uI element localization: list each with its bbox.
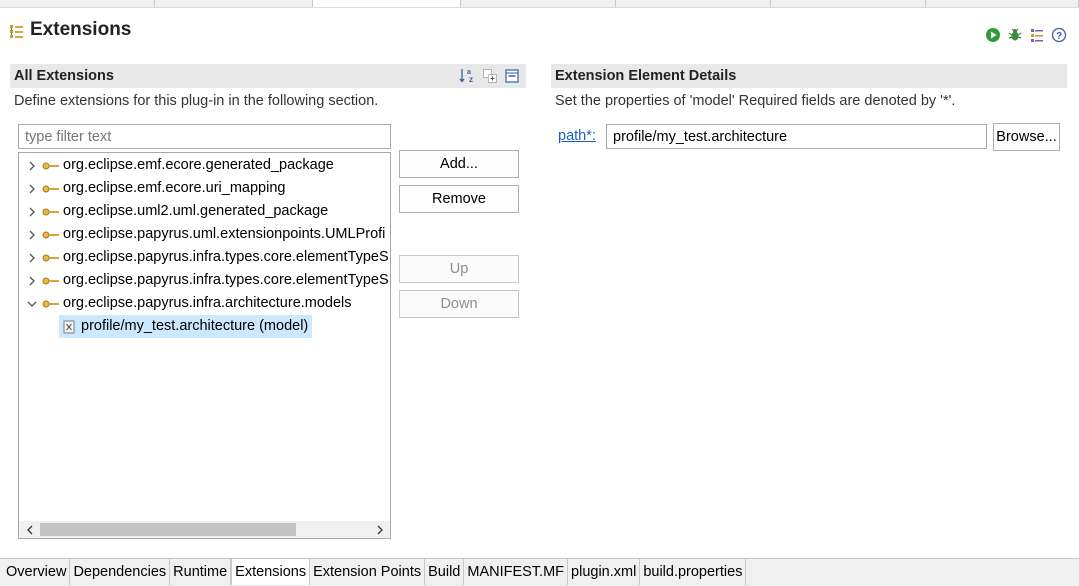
- run-icon[interactable]: [984, 26, 1001, 43]
- tab-dependencies[interactable]: Dependencies: [70, 559, 171, 585]
- editor-tab-active[interactable]: [313, 0, 461, 7]
- tree-item-label: org.eclipse.uml2.uml.generated_package: [63, 203, 329, 219]
- help-icon[interactable]: ?: [1050, 26, 1067, 43]
- browse-button[interactable]: Browse...: [993, 123, 1060, 151]
- tree-item-label: org.eclipse.papyrus.infra.types.core.ele…: [63, 272, 389, 288]
- tree-item-element[interactable]: profile/my_test.architecture (model): [59, 315, 313, 338]
- extension-icon: [41, 158, 61, 174]
- details-section-title: Extension Element Details: [551, 64, 1067, 88]
- collapse-all-icon[interactable]: [503, 67, 520, 84]
- extension-icon: [41, 181, 61, 197]
- editor-tab[interactable]: [771, 0, 926, 7]
- editor-tab-strip: [0, 0, 1079, 8]
- all-extensions-section-title: All Extensions az: [10, 64, 526, 88]
- details-description: Set the properties of 'model' Required f…: [555, 93, 956, 109]
- tab-extension-points[interactable]: Extension Points: [310, 559, 426, 585]
- extension-icon: [41, 250, 61, 266]
- tree-item-extension[interactable]: org.eclipse.papyrus.uml.extensionpoints.…: [19, 223, 389, 246]
- tree-item-label: org.eclipse.emf.ecore.uri_mapping: [63, 180, 286, 196]
- svg-text:?: ?: [1055, 31, 1061, 42]
- path-link[interactable]: path*:: [558, 128, 596, 144]
- scroll-right-icon[interactable]: [371, 521, 388, 538]
- tree-item-extension[interactable]: org.eclipse.uml2.uml.generated_package: [19, 200, 332, 223]
- chevron-right-icon[interactable]: [19, 207, 41, 217]
- editor-tab[interactable]: [461, 0, 616, 7]
- section-title: Extension Element Details: [555, 68, 737, 84]
- horizontal-scrollbar[interactable]: [19, 521, 390, 538]
- editor-tab[interactable]: [926, 0, 1079, 7]
- tab-plugin-xml[interactable]: plugin.xml: [568, 559, 641, 585]
- tab-build-properties[interactable]: build.properties: [640, 559, 747, 585]
- svg-text:z: z: [469, 75, 473, 84]
- tree-item-extension[interactable]: org.eclipse.papyrus.infra.types.core.ele…: [19, 269, 390, 292]
- up-button[interactable]: Up: [399, 255, 519, 283]
- tree-item-label: org.eclipse.papyrus.uml.extensionpoints.…: [63, 226, 386, 242]
- chevron-right-icon[interactable]: [19, 230, 41, 240]
- editor-tab[interactable]: [616, 0, 771, 7]
- scroll-left-icon[interactable]: [21, 521, 38, 538]
- tab-extensions[interactable]: Extensions: [231, 558, 311, 585]
- page-title: Extensions: [30, 19, 132, 40]
- tree-item-label: org.eclipse.papyrus.infra.types.core.ele…: [63, 249, 389, 265]
- extension-icon: [41, 296, 61, 312]
- tree-item-extension[interactable]: org.eclipse.papyrus.infra.architecture.m…: [19, 292, 356, 315]
- element-icon: [59, 319, 79, 335]
- extension-icon: [41, 273, 61, 289]
- scrollbar-thumb[interactable]: [40, 523, 296, 536]
- tree-item-label: org.eclipse.emf.ecore.generated_package: [63, 157, 334, 173]
- tab-overview[interactable]: Overview: [3, 559, 71, 585]
- tab-runtime[interactable]: Runtime: [170, 559, 232, 585]
- add-button[interactable]: Add...: [399, 150, 519, 178]
- sort-alphabetical-icon[interactable]: az: [459, 67, 476, 84]
- chevron-down-icon[interactable]: [19, 300, 41, 308]
- chevron-right-icon[interactable]: [19, 276, 41, 286]
- extension-icon: [41, 204, 61, 220]
- extensions-tree[interactable]: org.eclipse.emf.ecore.generated_package …: [18, 152, 391, 539]
- tree-item-extension[interactable]: org.eclipse.papyrus.infra.types.core.ele…: [19, 246, 390, 269]
- extension-icon: [41, 227, 61, 243]
- export-icon[interactable]: [1028, 26, 1045, 43]
- tree-item-extension[interactable]: org.eclipse.emf.ecore.generated_package: [19, 154, 338, 177]
- debug-icon[interactable]: [1006, 26, 1023, 43]
- path-field[interactable]: [606, 124, 987, 149]
- editor-tab[interactable]: [155, 0, 313, 7]
- chevron-right-icon[interactable]: [19, 253, 41, 263]
- down-button[interactable]: Down: [399, 290, 519, 318]
- expand-all-icon[interactable]: [481, 67, 498, 84]
- extensions-icon: [9, 24, 25, 40]
- section-title: All Extensions: [14, 68, 114, 84]
- form-page-tabs: Overview Dependencies Runtime Extensions…: [0, 558, 1079, 586]
- editor-tab[interactable]: [0, 0, 155, 7]
- chevron-right-icon[interactable]: [19, 184, 41, 194]
- all-extensions-description: Define extensions for this plug-in in th…: [14, 93, 379, 109]
- tree-item-label: org.eclipse.papyrus.infra.architecture.m…: [63, 295, 352, 311]
- tree-item-label: profile/my_test.architecture (model): [81, 318, 309, 334]
- form-header: Extensions ?: [0, 9, 1079, 49]
- tab-manifest[interactable]: MANIFEST.MF: [464, 559, 569, 585]
- chevron-right-icon[interactable]: [19, 161, 41, 171]
- remove-button[interactable]: Remove: [399, 185, 519, 213]
- filter-input[interactable]: [18, 124, 391, 149]
- tab-build[interactable]: Build: [425, 559, 465, 585]
- tree-item-extension[interactable]: org.eclipse.emf.ecore.uri_mapping: [19, 177, 289, 200]
